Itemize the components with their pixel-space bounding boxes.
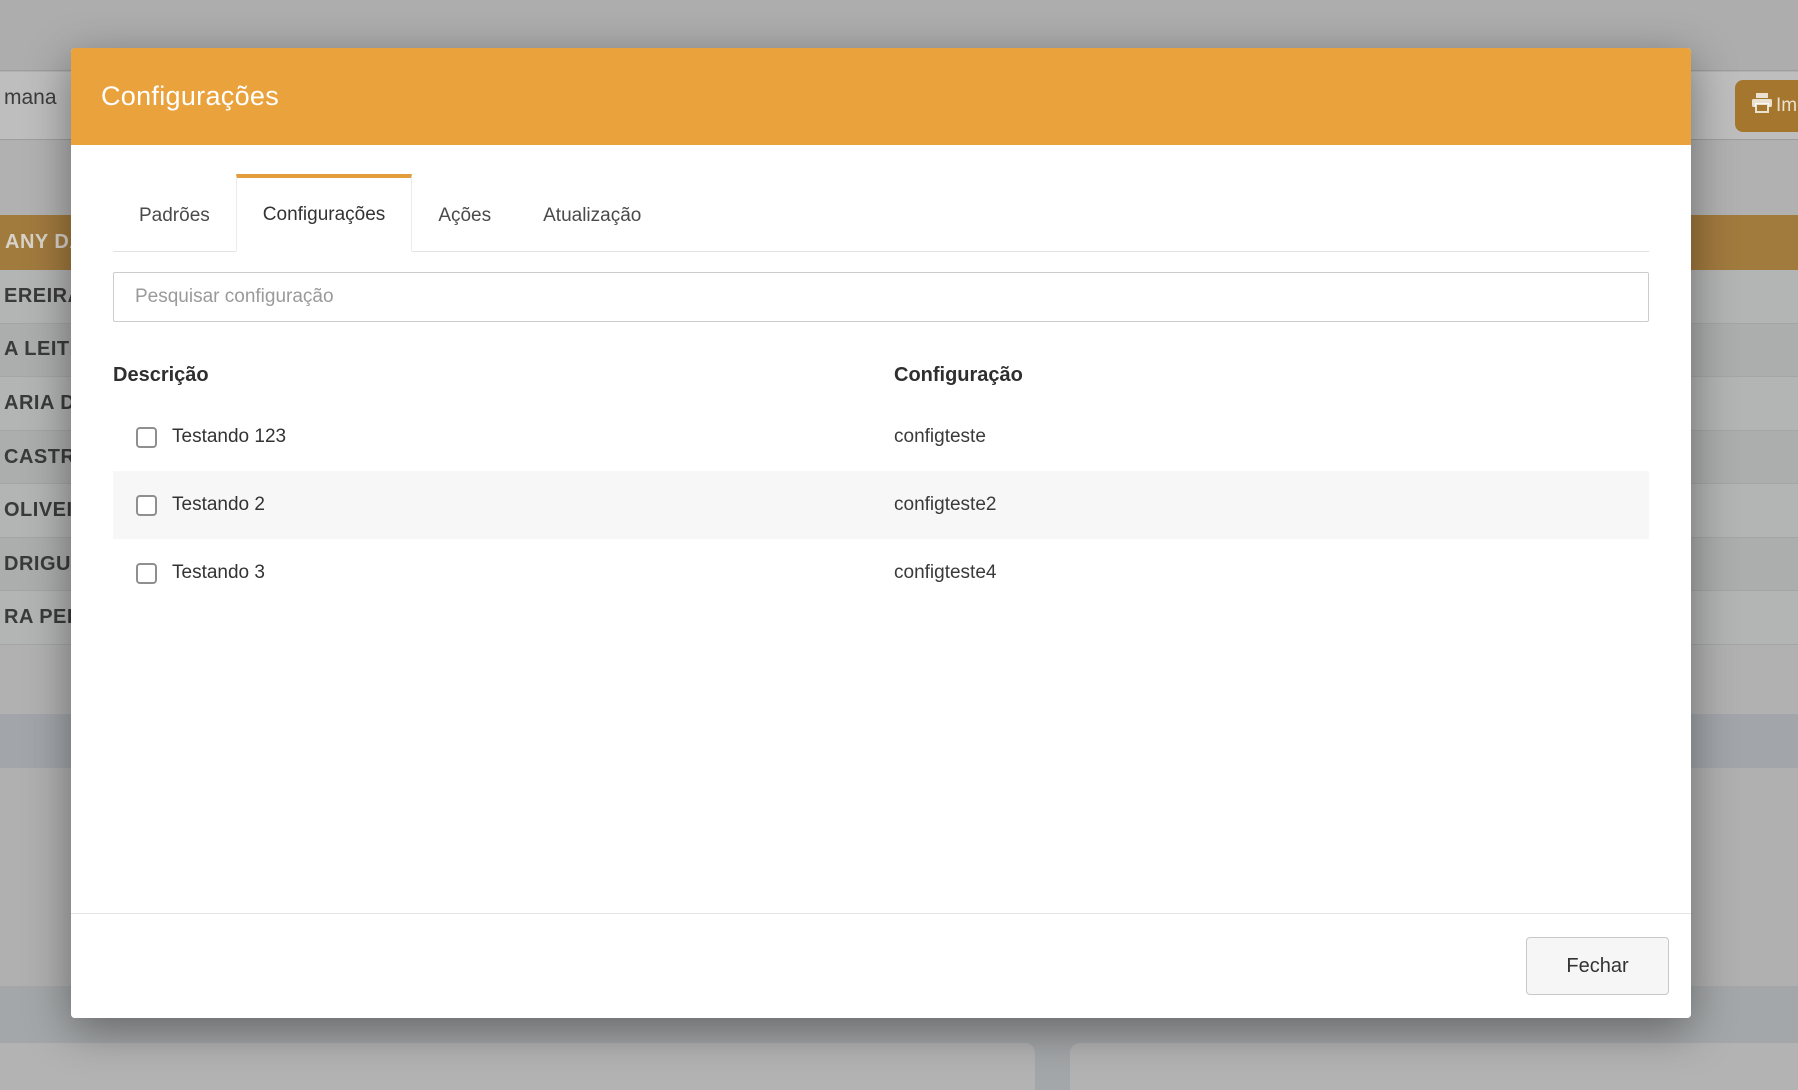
print-button-label: Im (1776, 95, 1797, 117)
tab-atualizacao[interactable]: Atualização (517, 175, 667, 252)
table-row: Testando 123 configteste (113, 403, 1649, 471)
modal-footer: Fechar (71, 913, 1691, 1018)
tab-configuracoes[interactable]: Configurações (236, 174, 413, 252)
column-header-descricao: Descrição (113, 364, 894, 387)
row-config-value: configteste4 (894, 562, 1649, 584)
table-header-row: Descrição Configuração (113, 348, 1649, 403)
row-checkbox[interactable] (136, 427, 157, 448)
search-input[interactable] (113, 272, 1649, 322)
row-description: Testando 123 (172, 426, 286, 448)
column-header-configuracao: Configuração (894, 364, 1649, 387)
row-description: Testando 2 (172, 494, 265, 516)
background-panel (0, 1043, 1035, 1090)
configurations-table: Descrição Configuração Testando 123 conf… (113, 348, 1649, 607)
row-checkbox[interactable] (136, 495, 157, 516)
background-nav-text-fragment: mana (4, 86, 57, 110)
table-row: Testando 2 configteste2 (113, 471, 1649, 539)
table-row: Testando 3 configteste4 (113, 539, 1649, 607)
row-checkbox[interactable] (136, 563, 157, 584)
background-panel (1070, 1043, 1798, 1090)
tab-bar: Padrões Configurações Ações Atualização (113, 174, 1649, 252)
row-description: Testando 3 (172, 562, 265, 584)
close-button[interactable]: Fechar (1526, 937, 1669, 995)
modal-title: Configurações (101, 81, 279, 112)
tab-acoes[interactable]: Ações (412, 175, 517, 252)
print-button: Im (1735, 80, 1798, 132)
settings-modal: Configurações Padrões Configurações Açõe… (71, 48, 1691, 1018)
modal-body: Padrões Configurações Ações Atualização … (71, 174, 1691, 607)
row-config-value: configteste (894, 426, 1649, 448)
modal-header: Configurações (71, 48, 1691, 145)
tab-padroes[interactable]: Padrões (113, 175, 236, 252)
printer-icon (1751, 93, 1773, 119)
row-config-value: configteste2 (894, 494, 1649, 516)
